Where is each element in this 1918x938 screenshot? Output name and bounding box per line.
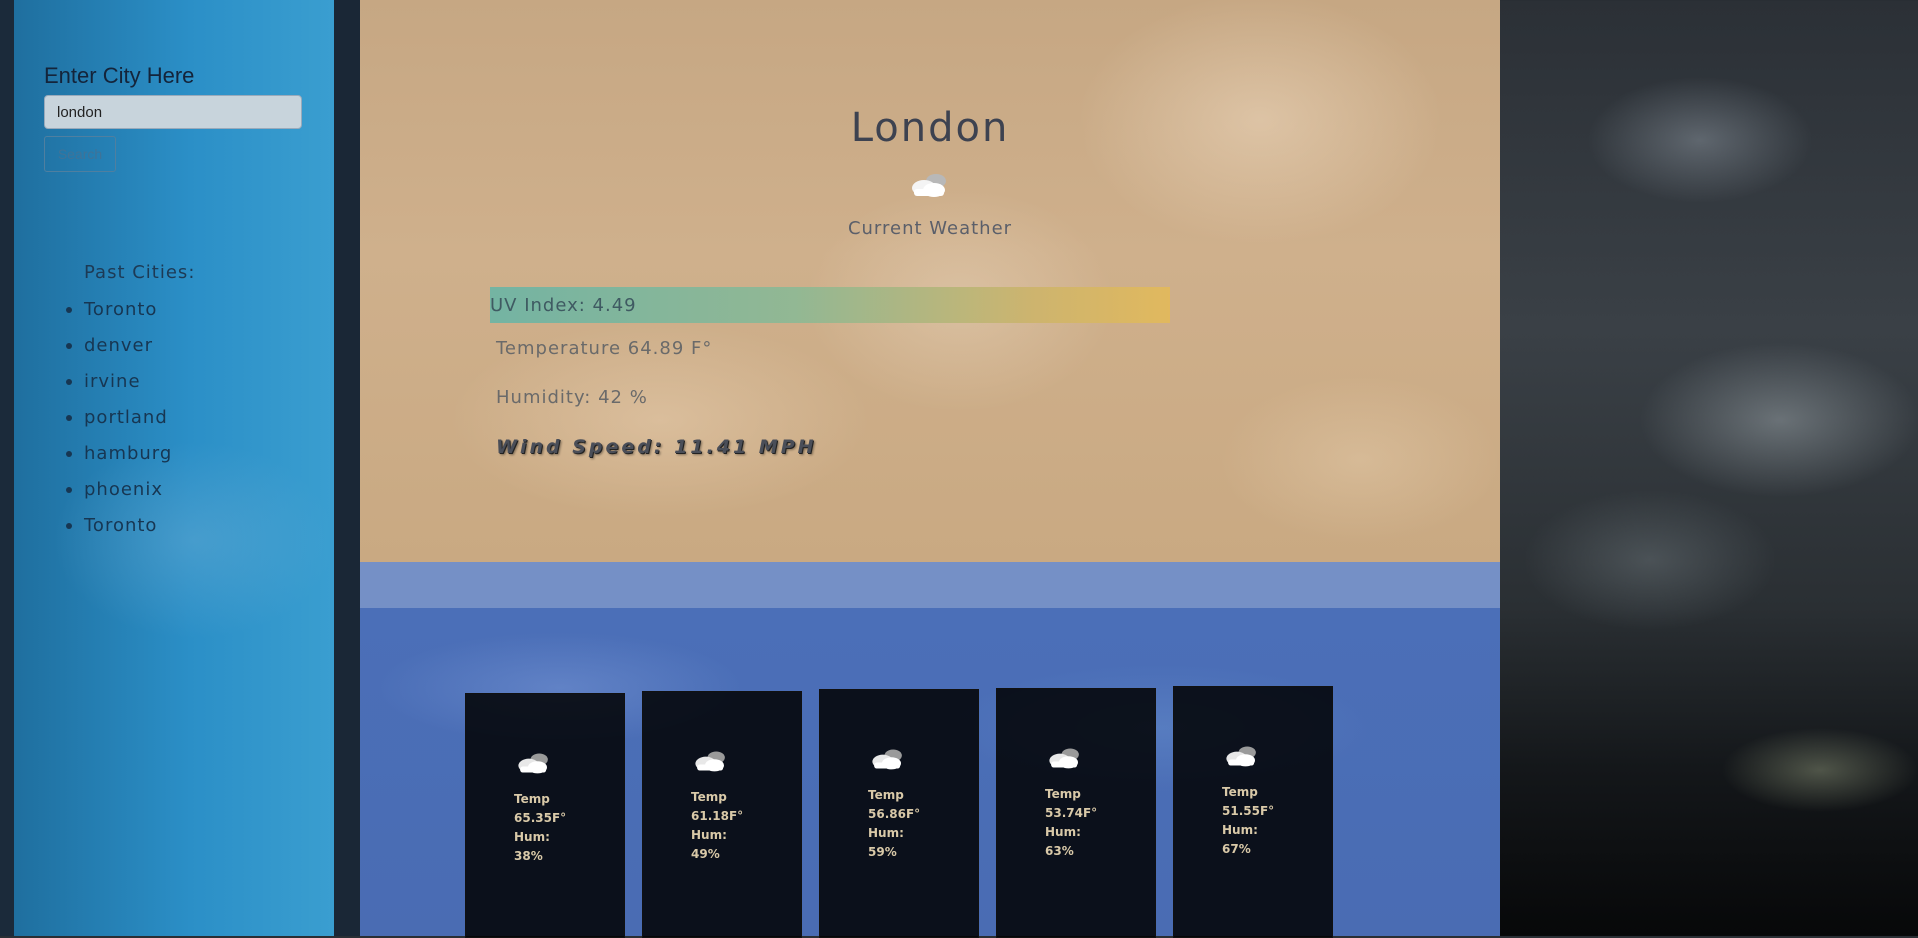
forecast-card: Temp 51.55F° Hum: 67% bbox=[1173, 686, 1333, 938]
wind-speed-text: Wind Speed: 11.41 MPH bbox=[496, 436, 817, 458]
forecast-card: Temp 53.74F° Hum: 63% bbox=[996, 688, 1156, 938]
forecast-temp-label: Temp bbox=[514, 792, 550, 806]
uv-index-text: UV Index: 4.49 bbox=[490, 295, 637, 316]
past-cities-list: Toronto denver irvine portland hamburg p… bbox=[65, 296, 172, 548]
past-city-item[interactable]: irvine bbox=[65, 368, 172, 404]
past-city-item[interactable]: phoenix bbox=[65, 476, 172, 512]
cloudy-icon bbox=[691, 748, 731, 780]
city-search-input[interactable] bbox=[44, 95, 302, 129]
forecast-temp-value: 56.86F° bbox=[868, 807, 921, 821]
forecast-header-band bbox=[360, 562, 1500, 608]
cloudy-icon bbox=[1045, 745, 1085, 777]
forecast-hum-value: 59% bbox=[868, 845, 897, 859]
forecast-temp-value: 65.35F° bbox=[514, 811, 567, 825]
current-weather-panel: London Current Weather UV Index: 4.49 Te… bbox=[360, 0, 1500, 562]
forecast-panel: Temp 65.35F° Hum: 38% Temp 61.18F° Hum: … bbox=[360, 608, 1500, 938]
forecast-temp-label: Temp bbox=[1045, 787, 1081, 801]
cloudy-icon bbox=[1222, 743, 1262, 775]
forecast-hum-label: Hum: bbox=[1045, 825, 1081, 839]
forecast-hum-value: 38% bbox=[514, 849, 543, 863]
forecast-temp-value: 53.74F° bbox=[1045, 806, 1098, 820]
past-city-item[interactable]: hamburg bbox=[65, 440, 172, 476]
past-city-item[interactable]: portland bbox=[65, 404, 172, 440]
forecast-hum-label: Hum: bbox=[1222, 823, 1258, 837]
past-city-item[interactable]: Toronto bbox=[65, 512, 172, 548]
forecast-hum-value: 67% bbox=[1222, 842, 1251, 856]
city-input-label: Enter City Here bbox=[44, 63, 195, 88]
forecast-hum-label: Hum: bbox=[514, 830, 550, 844]
past-city-item[interactable]: denver bbox=[65, 332, 172, 368]
past-cities-title: Past Cities: bbox=[84, 262, 196, 283]
city-name: London bbox=[850, 105, 1010, 151]
cloudy-icon bbox=[514, 750, 554, 782]
cloudy-icon bbox=[868, 746, 908, 778]
forecast-temp-label: Temp bbox=[1222, 785, 1258, 799]
forecast-hum-label: Hum: bbox=[868, 826, 904, 840]
humidity-text: Humidity: 42 % bbox=[496, 387, 648, 408]
sidebar-gap bbox=[334, 0, 360, 936]
past-city-item[interactable]: Toronto bbox=[65, 296, 172, 332]
search-button[interactable]: Search bbox=[44, 136, 116, 172]
forecast-card: Temp 65.35F° Hum: 38% bbox=[465, 693, 625, 938]
forecast-hum-value: 63% bbox=[1045, 844, 1074, 858]
forecast-hum-label: Hum: bbox=[691, 828, 727, 842]
forecast-temp-label: Temp bbox=[868, 788, 904, 802]
forecast-hum-value: 49% bbox=[691, 847, 720, 861]
current-weather-label: Current Weather bbox=[847, 218, 1013, 239]
forecast-card: Temp 61.18F° Hum: 49% bbox=[642, 691, 802, 938]
forecast-temp-value: 61.18F° bbox=[691, 809, 744, 823]
temperature-text: Temperature 64.89 F° bbox=[496, 338, 713, 359]
forecast-card: Temp 56.86F° Hum: 59% bbox=[819, 689, 979, 938]
search-sidebar: Enter City Here Search Past Cities: Toro… bbox=[14, 0, 334, 936]
left-edge bbox=[0, 0, 14, 936]
forecast-temp-label: Temp bbox=[691, 790, 727, 804]
cloudy-icon bbox=[908, 170, 952, 200]
forecast-temp-value: 51.55F° bbox=[1222, 804, 1275, 818]
